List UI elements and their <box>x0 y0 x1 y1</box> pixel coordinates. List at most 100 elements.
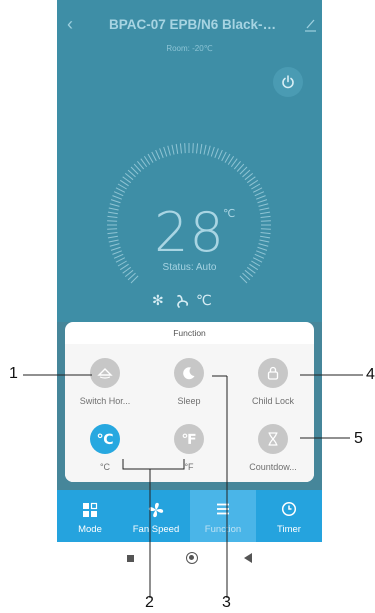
tab-label: Function <box>204 524 242 535</box>
tab-mode[interactable]: Mode <box>57 490 123 542</box>
room-temperature: Room: -20℃ <box>166 44 213 53</box>
function-child-lock[interactable]: Child Lock <box>233 358 313 406</box>
tab-function[interactable]: Function <box>190 490 256 542</box>
dial-tick <box>246 176 256 184</box>
dial-tick <box>217 149 223 160</box>
dial-tick <box>256 195 266 200</box>
dial-tick <box>127 272 136 281</box>
function-label: Sleep <box>177 396 201 406</box>
dial-tick <box>130 275 139 284</box>
dial-tick <box>143 155 151 165</box>
dial-tick <box>203 144 207 155</box>
function-label: °F <box>184 462 194 472</box>
lock-icon <box>258 358 288 388</box>
callout-5: 5 <box>354 430 363 447</box>
status-text: Status: Auto <box>162 262 217 273</box>
dial-tick <box>171 144 175 155</box>
dial-tick <box>133 163 142 172</box>
dial-tick <box>236 163 245 172</box>
celsius-icon: ℃ <box>90 424 120 454</box>
tab-label: Timer <box>277 524 301 535</box>
function-label: °C <box>99 462 111 472</box>
dial-tick <box>252 187 263 193</box>
clock-icon <box>256 501 322 519</box>
menu-lines-icon <box>190 501 256 519</box>
function-fahrenheit[interactable]: ℉ °F <box>149 424 229 472</box>
dial-tick <box>163 146 168 157</box>
dial-tick <box>210 146 215 157</box>
dial-tick <box>147 153 154 163</box>
dial-tick <box>112 195 122 200</box>
dial-tick <box>124 173 134 181</box>
function-countdown[interactable]: Countdow... <box>233 424 313 472</box>
snowflake-icon: ✻ <box>152 292 164 308</box>
dial-tick <box>221 151 227 162</box>
dial-tick <box>140 158 148 168</box>
dial-tick <box>214 148 219 158</box>
dial-tick <box>199 143 203 154</box>
edit-pencil-icon[interactable] <box>305 18 316 32</box>
home-icon[interactable] <box>186 552 198 564</box>
mode-grid-icon <box>57 501 123 519</box>
dial-tick <box>175 143 179 154</box>
fan-icon <box>123 501 189 519</box>
dial-tick <box>224 153 231 163</box>
function-panel-title: Function <box>173 328 206 338</box>
hourglass-icon <box>258 424 288 454</box>
temperature-value: 28 <box>154 201 225 264</box>
mode-icons: ✻ ℃ <box>152 292 232 310</box>
dial-tick <box>155 149 161 160</box>
dial-tick <box>159 148 164 158</box>
recent-apps-icon[interactable] <box>127 555 134 562</box>
dial-tick <box>117 183 127 190</box>
dial-tick <box>239 275 248 284</box>
tab-label: Mode <box>78 524 102 535</box>
callout-3: 3 <box>222 594 231 611</box>
back-chevron-icon[interactable]: ‹ <box>67 14 73 34</box>
dial-tick <box>196 143 199 154</box>
device-title: BPAC-07 EPB/N6 Black-vd... <box>109 17 279 32</box>
temperature-display: 28 ℃ <box>57 201 322 264</box>
function-celsius[interactable]: ℃ °C <box>65 424 145 472</box>
moon-icon <box>174 358 204 388</box>
tab-fan-speed[interactable]: Fan Speed <box>123 490 189 542</box>
dial-tick <box>151 151 157 162</box>
dial-tick <box>244 173 254 181</box>
callout-2: 2 <box>145 594 154 611</box>
fan-icon <box>177 294 189 308</box>
dial-tick <box>115 187 126 193</box>
system-navigation-bar <box>57 542 322 577</box>
tab-label: Fan Speed <box>132 524 180 535</box>
dial-tick <box>167 145 171 156</box>
dial-tick <box>227 155 235 165</box>
callout-1: 1 <box>9 365 18 382</box>
swing-icon <box>90 358 120 388</box>
dial-tick <box>113 191 124 197</box>
function-sleep[interactable]: Sleep <box>149 358 229 406</box>
power-icon <box>282 75 294 89</box>
dial-tick <box>251 183 261 190</box>
system-back-icon[interactable] <box>244 553 252 563</box>
dial-tick <box>230 158 238 168</box>
power-button[interactable] <box>273 67 303 97</box>
celsius-icon: ℃ <box>196 292 212 308</box>
function-grid: Switch Hor... Sleep Child Lock ℃ °C ℉ °F… <box>65 344 314 482</box>
dial-tick <box>207 145 211 156</box>
tab-timer[interactable]: Timer <box>256 490 322 542</box>
dial-tick <box>239 166 248 175</box>
dial-tick <box>179 143 182 154</box>
dial-tick <box>119 179 129 187</box>
top-bar: ‹ BPAC-07 EPB/N6 Black-vd... <box>57 14 322 36</box>
function-switch-horizontal[interactable]: Switch Hor... <box>65 358 145 406</box>
dial-tick <box>184 143 186 154</box>
dial-tick <box>192 143 194 154</box>
function-label: Countdow... <box>249 462 297 472</box>
fahrenheit-icon: ℉ <box>174 424 204 454</box>
function-label: Switch Hor... <box>79 396 131 406</box>
callout-4: 4 <box>366 366 375 383</box>
function-label: Child Lock <box>251 396 295 406</box>
phone-screen: ‹ BPAC-07 EPB/N6 Black-vd... Room: -20℃ … <box>57 0 322 577</box>
bottom-tab-bar: Mode Fan Speed Function Timer <box>57 490 322 542</box>
dial-tick <box>242 169 251 178</box>
dial-tick <box>122 176 132 184</box>
